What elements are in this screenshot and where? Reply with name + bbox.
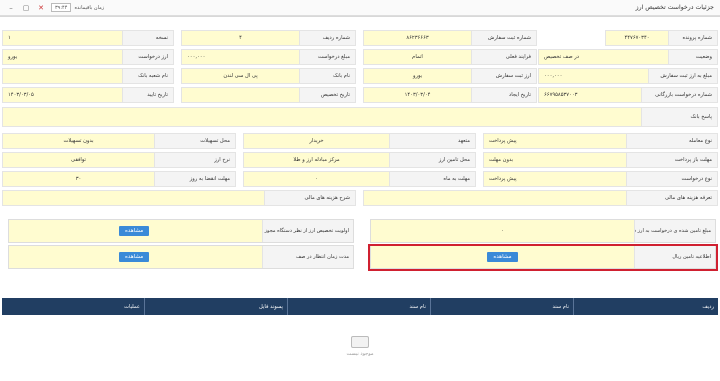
fee-desc-value [3,191,265,205]
timer-label: زمان باقیمانده [74,4,105,11]
priority-label: اولویت تخصیص ارز از نظر دستگاه مجوز دهند… [251,228,349,234]
created-date-value: ۱۴۰۳/۰۳/۰۴ [364,88,472,102]
branch-name-value [3,69,123,83]
allocation-date-label: تاریخ تخصیص [300,88,355,102]
approval-date-value: ۱۴۰۳/۰۳/۰۵ [3,88,123,102]
file-number-label: شماره پرونده [669,31,717,45]
expiry-days-label: مهلت انقضا به روز [155,172,235,186]
created-date-label: تاریخ ایجاد [472,88,536,102]
timer-value: ۳۹:۴۴ [51,3,72,12]
order-reg-number-label: شماره ثبت سفارش [472,31,536,45]
col-row: ردیف [573,298,718,315]
col-operations: عملیات [124,303,140,310]
minimize-icon[interactable]: – [6,3,16,13]
currency-source-value: مرکز مبادله ارز و طلا [244,153,390,167]
col-doc-name-2: نام سند [287,298,430,315]
title-divider [0,16,720,17]
term-months-value: ۰ [244,172,390,186]
status-value: در صف تخصیص [539,50,669,64]
col-file-extension: پسوند فایل [144,298,287,315]
queue-wait-label: مدت زمان انتظار در صف [295,254,349,260]
amount-in-order-currency-value: ۰۰۰,۰۰۰ [539,69,649,83]
request-type-label: نوع درخواست [627,172,717,186]
order-currency-label: ارز ثبت سفارش [472,69,536,83]
current-process-value: اتمام [364,50,472,64]
expiry-days-value: ۳۰ [3,172,155,186]
remaining-time: زمان باقیمانده ۳۹:۴۴ [51,3,104,12]
repayment-term-label: مهلت باز پرداخت [627,153,717,167]
requested-currency-value: یورو [3,50,123,64]
allocation-date-value [182,88,300,102]
window-controls: – ▢ ✕ زمان باقیمانده ۳۹:۴۴ [6,3,104,13]
currency-source-label: محل تامین ارز [390,153,475,167]
fee-tariff-value [364,191,627,205]
close-icon[interactable]: ✕ [36,3,46,13]
row-number-value: ۴ [182,31,300,45]
funded-amount-panel: مبلغ تامین شده ی درخواست به ارز درخواست … [370,219,716,243]
funded-amount-label: مبلغ تامین شده ی درخواست به ارز درخواست [615,228,711,234]
request-type-value: پیش پرداخت [484,172,627,186]
approval-date-label: تاریخ تایید [123,88,173,102]
funded-amount-value: ۰ [371,220,635,242]
order-reg-number-value: ۸۶۲۳۶۶۶۳ [364,31,472,45]
order-currency-value: یورو [364,69,472,83]
transaction-type-value: پیش پرداخت [484,134,627,148]
branch-name-label: نام شعبه بانک [123,69,173,83]
requested-currency-label: ارز درخواست [123,50,173,64]
requested-amount-value: ۰۰۰,۰۰۰ [182,50,300,64]
queue-wait-view-button[interactable]: مشاهده [119,252,150,262]
obligor-label: متعهد [390,134,475,148]
repayment-term-value: بدون مهلت [484,153,627,167]
amount-in-order-currency-label: مبلغ به ارز ثبت سفارش [649,69,717,83]
exchange-rate-value: توافقی [3,153,155,167]
facility-source-label: محل تسهیلات [155,134,235,148]
empty-inbox-icon [351,336,369,348]
documents-table-header: ردیف نام سند نام سند پسوند فایل عملیات [2,298,718,315]
file-number-value: ۴۴۷۶۷۰۳۴۰ [606,31,669,45]
bank-name-value: پی ال سی لندن [182,69,300,83]
requested-amount-label: مبلغ درخواست [300,50,355,64]
window-title: جزئیات درخواست تخصیص ارز [635,4,714,11]
empty-state: موجود نیست [340,336,380,357]
col-doc-name: نام سند [430,298,573,315]
empty-text: موجود نیست [346,351,374,357]
fee-tariff-label: تعرفه هزینه های مالی [627,191,717,205]
commercial-request-number-label: شماره درخواست بازرگانی [642,88,717,102]
version-label: نسخه [123,31,173,45]
bank-reply-label: پاسخ بانک [642,108,717,126]
bank-reply-value [3,108,642,126]
status-label: وضعیت [669,50,717,64]
row-number-label: شماره ردیف [300,31,355,45]
bank-name-label: نام بانک [300,69,355,83]
highlight-box [368,244,718,271]
fee-desc-label: شرح هزینه های مالی [265,191,355,205]
commercial-request-number-value: ۶۶۷۹۵۸۵۳۷۰۰۳ [539,88,642,102]
facility-source-value: بدون تسهیلات [3,134,155,148]
priority-panel: اولویت تخصیص ارز از نظر دستگاه مجوز دهند… [8,219,354,243]
maximize-icon[interactable]: ▢ [21,3,31,13]
version-value: ۱ [3,31,123,45]
title-bar: – ▢ ✕ زمان باقیمانده ۳۹:۴۴ جزئیات درخواس… [0,0,720,16]
priority-view-button[interactable]: مشاهده [119,226,150,236]
exchange-rate-label: نرخ ارز [155,153,235,167]
obligor-value: خریدار [244,134,390,148]
current-process-label: فرایند فعلی [472,50,536,64]
transaction-type-label: نوع معامله [627,134,717,148]
term-months-label: مهلت به ماه [390,172,475,186]
queue-wait-panel: مدت زمان انتظار در صف مشاهده [8,245,354,269]
